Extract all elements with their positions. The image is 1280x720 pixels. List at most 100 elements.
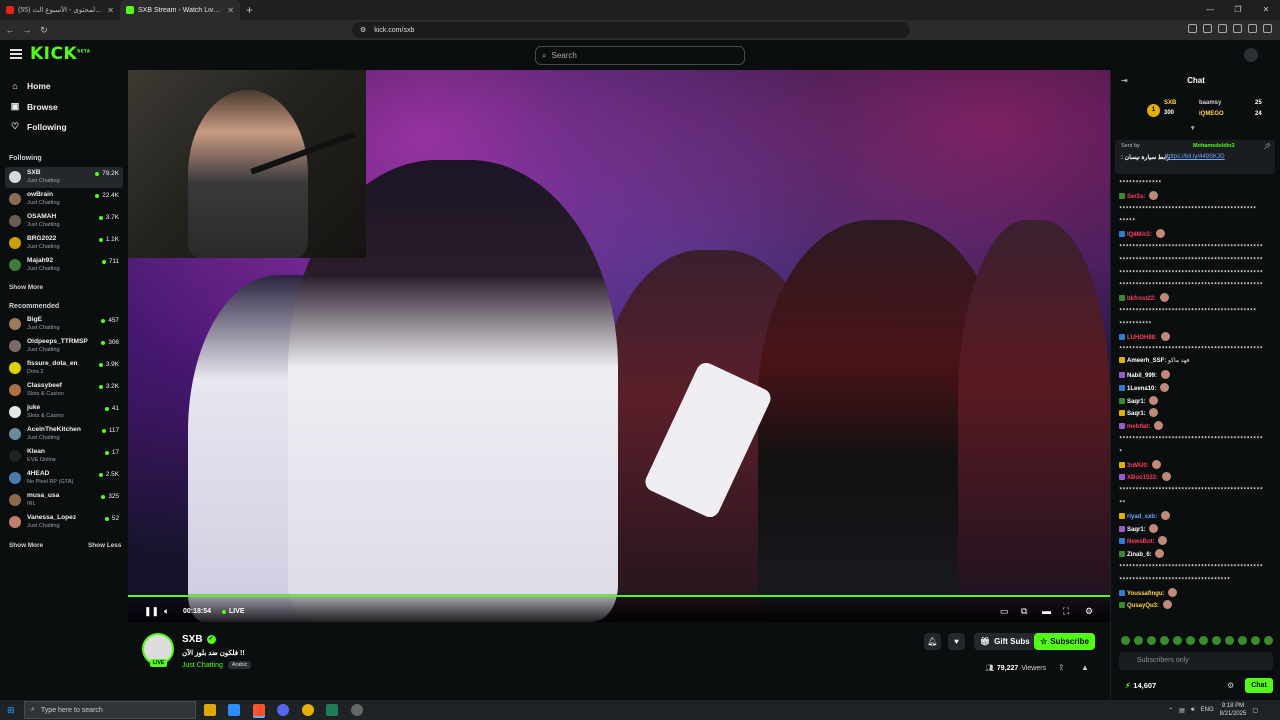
report-icon[interactable]: ▲ [1081,663,1089,672]
close-window-icon[interactable]: ✕ [1252,0,1280,20]
address-bar[interactable]: ⚙ kick.com/sxb [352,22,910,38]
extension-icon[interactable] [1248,24,1257,33]
minimize-icon[interactable]: — [1196,0,1224,20]
chat-username[interactable]: QusayQu3: [1127,603,1159,609]
chat-username[interactable]: Saqr1: [1127,411,1146,417]
fullscreen-icon[interactable]: ⛶ [1063,606,1069,617]
extension-icon[interactable] [1218,24,1227,33]
browser-tab-youtube[interactable]: (55) دوري صناع المحتوى - الأسبوع الث... … [0,0,120,20]
notifications-icon[interactable]: ▢ [1252,707,1258,714]
chat-username[interactable]: Ser2a: [1127,194,1145,200]
sidebar-nav-home[interactable]: ⌂ Home [10,81,50,91]
forward-icon[interactable]: → [20,25,34,35]
chat-username[interactable]: 1Leena10: [1127,386,1156,392]
emote-icon[interactable] [1186,636,1195,645]
chat-username[interactable]: Ameerh_SSF: [1127,358,1166,364]
chat-settings-icon[interactable]: ⚙ [1227,681,1234,690]
sidebar-channel-item[interactable]: BigE Just Chatting 457 [5,314,123,335]
expand-leaderboard-icon[interactable]: ▾ [1191,124,1195,132]
chat-username[interactable]: LUHOH88: [1127,335,1157,341]
sidebar-channel-item[interactable]: musa_usa IRL 325 [5,490,123,511]
sidebar-nav-following[interactable]: ♡ Following [10,121,67,132]
chat-username[interactable]: NewsBot: [1127,539,1155,545]
sidebar-channel-item[interactable]: Majah92 Just Chatting 711 [5,255,123,276]
sidebar-channel-item[interactable]: BRG2022 Just Chatting 1.1K [5,233,123,254]
language-tag[interactable]: Arabic [227,661,252,669]
emote-icon[interactable] [1225,636,1234,645]
pip-icon[interactable]: ⧉ [1021,606,1027,617]
extension-icon[interactable] [1203,24,1212,33]
chat-username[interactable]: Zinab_6: [1127,552,1152,558]
emote-icon[interactable] [1160,636,1169,645]
chat-username[interactable]: IQ8MAS: [1127,232,1152,238]
unpin-icon[interactable]: 📌︎ [1263,143,1271,150]
video-player[interactable]: ❚❚ 🔈︎ 00:18:54 LIVE ▭ ⧉ ▬ ⛶ ⚙ [128,70,1110,622]
volume-icon[interactable]: 🔊︎ [1191,707,1195,714]
emote-icon[interactable] [1121,636,1130,645]
kick-logo[interactable]: KICKBETA [30,44,90,64]
share-icon[interactable]: ⇪ [1058,663,1065,672]
chat-username[interactable]: Saqr1: [1127,527,1146,533]
taskbar-search-input[interactable]: ⌕ Type here to search [24,701,196,719]
back-icon[interactable]: ← [3,25,17,35]
emote-icon[interactable] [1199,636,1208,645]
reload-icon[interactable]: ↻ [37,25,51,36]
browser-tab-kick[interactable]: SXB Stream - Watch Live on Kick ✕ [120,0,240,20]
volume-icon[interactable]: 🔈︎ [164,606,169,617]
app-icon[interactable] [351,704,363,716]
app-icon[interactable] [326,704,338,716]
kicks-balance[interactable]: ⚡︎ 14,607 [1125,681,1156,690]
theater-mode-icon[interactable]: ▬ [1042,606,1051,616]
sidebar-channel-item[interactable]: Classybeef Slots & Casino 3.2K [5,380,123,401]
send-chat-button[interactable]: Chat [1245,678,1273,693]
brave-browser-icon[interactable] [253,704,265,716]
emote-icon[interactable] [1238,636,1247,645]
category-link[interactable]: Just Chatting [182,662,223,669]
subscribe-button[interactable]: ☆ Subscribe [1034,633,1095,650]
user-avatar[interactable] [1244,48,1258,62]
chat-username[interactable]: Saqr1: [1127,399,1146,405]
follow-heart-button[interactable]: ♥ [948,633,965,650]
hamburger-menu-icon[interactable] [10,49,22,59]
sidebar-channel-item[interactable]: SXB Just Chatting 79.2K [5,167,123,188]
sidebar-channel-item[interactable]: juke Slots & Casino 41 [5,402,123,423]
emote-icon[interactable] [1147,636,1156,645]
site-info-icon[interactable]: ⚙ [360,26,366,34]
show-more-recommended[interactable]: Show More [9,542,43,549]
emote-icon[interactable] [1251,636,1260,645]
chat-username[interactable]: XBoo1533: [1127,475,1158,481]
notification-bell-button[interactable]: 🔔︎ [924,633,941,650]
sidebar-channel-item[interactable]: owBrain Just Chatting 22.4K [5,189,123,210]
chat-input[interactable]: Subscribers only [1119,652,1273,670]
sidebar-nav-browse[interactable]: ▣ Browse [10,101,58,112]
chat-username[interactable]: Youssafingu: [1127,591,1165,597]
maximize-icon[interactable]: ❐ [1224,0,1252,20]
windows-start-icon[interactable]: ⊞ [7,705,15,716]
show-less-recommended[interactable]: Show Less [88,542,121,549]
pause-icon[interactable]: ❚❚ [144,606,159,617]
chat-username[interactable]: mehtlat: [1127,424,1150,430]
sidebar-channel-item[interactable]: OSAMAH Just Chatting 3.7K [5,211,123,232]
emote-icon[interactable] [1264,636,1273,645]
emote-icon[interactable] [1134,636,1143,645]
close-tab-icon[interactable]: ✕ [107,6,114,15]
gift-subs-button[interactable]: 🎁︎ Gift Subs [974,633,1036,650]
live-progress-bar[interactable] [128,595,1110,597]
app-icon[interactable] [302,704,314,716]
emote-icon[interactable] [1173,636,1182,645]
tray-chevron-icon[interactable]: ⌃ [1168,707,1173,714]
sidebar-channel-item[interactable]: Oldpeeps_TTRMSP Just Chatting 306 [5,336,123,357]
settings-gear-icon[interactable]: ⚙ [1085,606,1093,617]
discord-icon[interactable] [277,704,289,716]
sidebar-channel-item[interactable]: Vanessa_Lopez Just Chatting 52 [5,512,123,533]
store-icon[interactable] [228,704,240,716]
menu-icon[interactable] [1263,24,1272,33]
clock[interactable]: 9:18 PM 8/21/2025 [1220,702,1247,718]
chat-username[interactable]: bkfrost22: [1127,296,1156,302]
sidebar-channel-item[interactable]: Klean EVE Online 17 [5,446,123,467]
chat-username[interactable]: riyad_sxb: [1127,514,1157,520]
channel-name[interactable]: SXB ✓ [182,634,216,645]
close-tab-icon[interactable]: ✕ [227,6,234,15]
chat-username[interactable]: 3nMU0: [1127,463,1149,469]
sidebar-channel-item[interactable]: 4HEAD No Pixel RP (GTA) 2.5K [5,468,123,489]
